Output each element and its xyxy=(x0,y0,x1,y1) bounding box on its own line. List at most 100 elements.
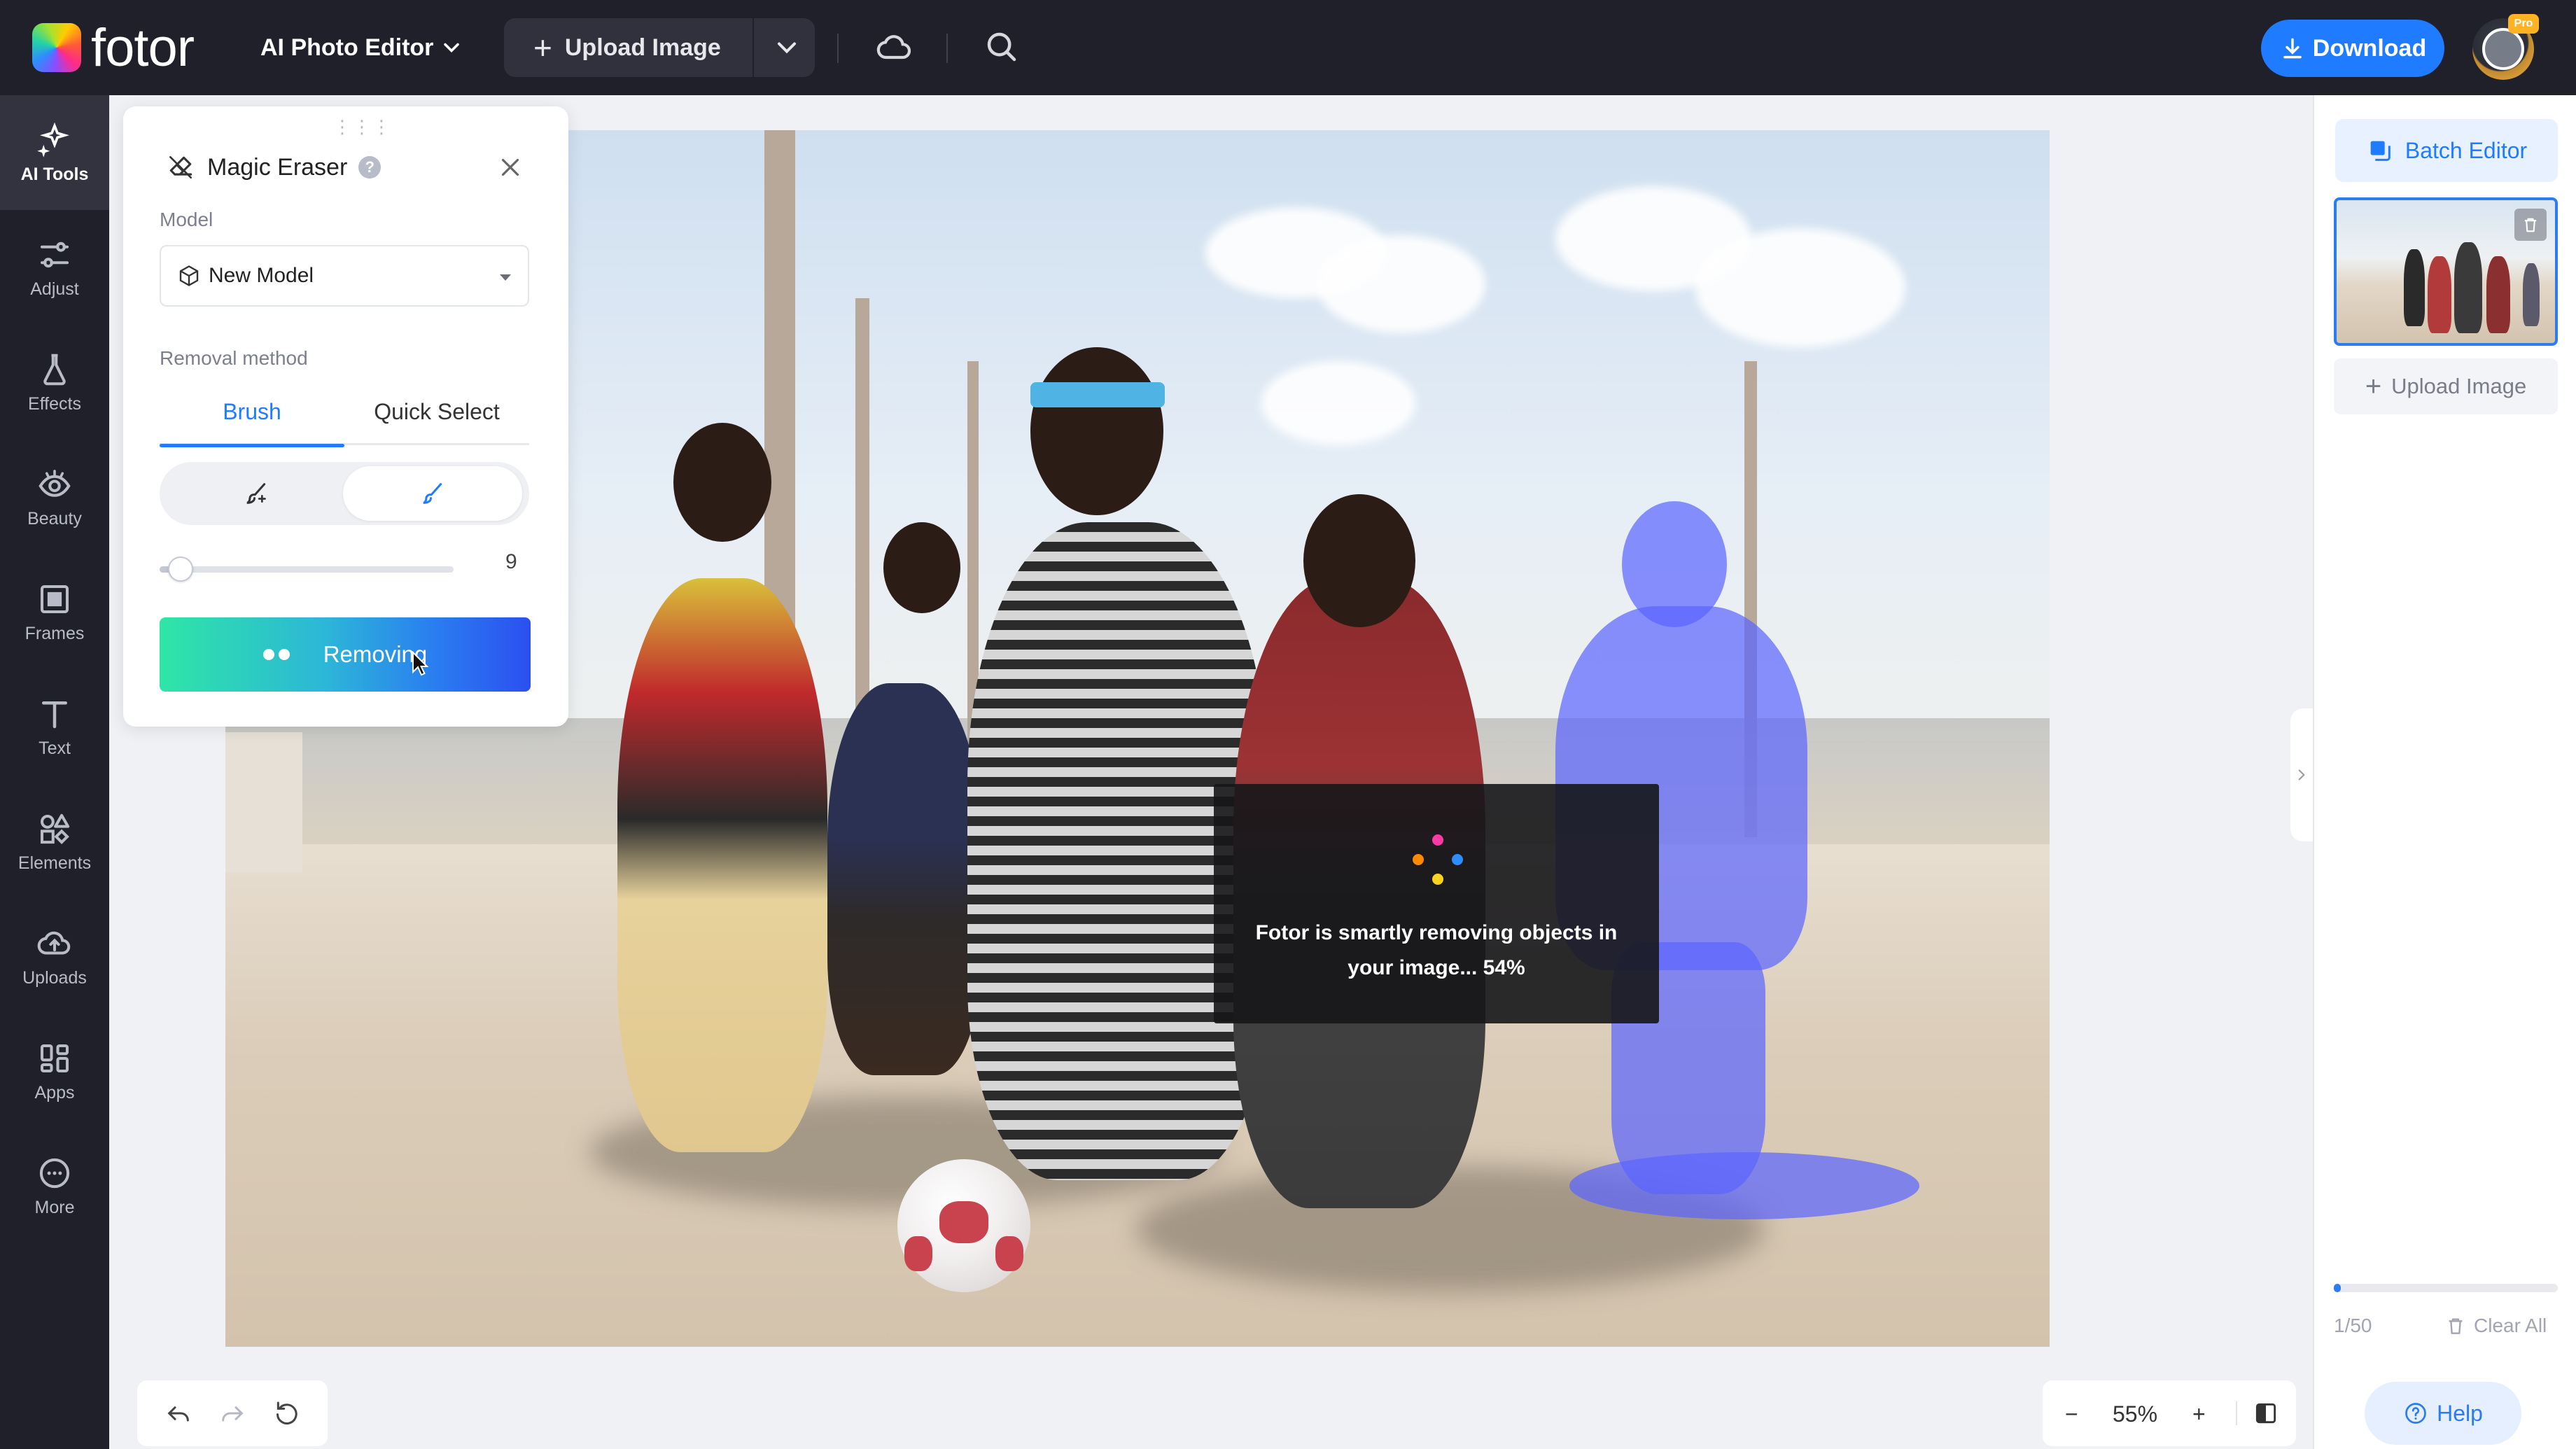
tab-brush[interactable]: Brush xyxy=(160,378,344,447)
cloud xyxy=(1317,235,1485,333)
help-button[interactable]: Help xyxy=(2365,1382,2521,1445)
thumbnail-figure xyxy=(2454,242,2482,333)
eraser-icon xyxy=(169,156,192,178)
zoom-in-button[interactable]: + xyxy=(2192,1401,2206,1427)
clear-all-button[interactable]: Clear All xyxy=(2444,1312,2547,1340)
sidebar-item-ai-tools[interactable]: AI Tools xyxy=(0,95,109,210)
fotor-logo-icon xyxy=(32,23,81,72)
help-label: Help xyxy=(2437,1400,2483,1426)
batch-editor-button[interactable]: Batch Editor xyxy=(2335,119,2558,182)
sidebar-item-more[interactable]: More xyxy=(0,1128,109,1243)
close-icon[interactable] xyxy=(496,153,525,182)
sidebar-item-elements[interactable]: Elements xyxy=(0,784,109,899)
sidebar-item-beauty[interactable]: Beauty xyxy=(0,440,109,554)
sidebar-item-label: More xyxy=(34,1197,75,1217)
drag-handle-icon[interactable]: ⋮⋮⋮ xyxy=(333,116,392,138)
shapes-icon xyxy=(40,813,70,844)
loading-dot xyxy=(278,649,290,660)
upload-dropdown-chevron-icon[interactable] xyxy=(771,32,802,63)
caret-down-icon xyxy=(500,274,511,281)
zoom-divider xyxy=(2236,1401,2237,1425)
toolbar-divider xyxy=(946,34,948,63)
delete-thumbnail-button[interactable] xyxy=(2514,209,2547,241)
pro-badge: Pro xyxy=(2508,14,2539,34)
eye-icon xyxy=(38,469,71,497)
person-head xyxy=(883,522,960,613)
undo-icon[interactable] xyxy=(164,1399,192,1427)
reset-icon[interactable] xyxy=(272,1399,300,1427)
restore-brush-button[interactable] xyxy=(167,466,346,521)
removal-method-tabs: Brush Quick Select xyxy=(160,378,529,447)
headband xyxy=(1030,382,1165,407)
toolbar-divider xyxy=(837,34,839,63)
removing-button[interactable]: Removing xyxy=(160,617,531,692)
sidebar-item-label: Effects xyxy=(28,393,81,414)
tab-quick-select[interactable]: Quick Select xyxy=(344,378,529,445)
magic-eraser-panel: ⋮⋮⋮ Magic Eraser ? Model New Model Remov… xyxy=(123,106,568,727)
image-thumbnail[interactable] xyxy=(2334,197,2558,346)
clear-all-label: Clear All xyxy=(2474,1315,2547,1336)
erase-brush-button[interactable] xyxy=(343,466,522,521)
brush-plus-icon xyxy=(246,483,266,504)
spinner-dot xyxy=(1452,854,1463,865)
zoom-out-button[interactable]: − xyxy=(2065,1401,2078,1427)
ai-photo-editor-menu[interactable]: AI Photo Editor xyxy=(260,25,464,70)
layers-icon xyxy=(2370,141,2390,161)
magic-eraser-title: Magic Eraser xyxy=(207,153,348,181)
image-count-fill xyxy=(2334,1284,2341,1292)
help-question-icon[interactable]: ? xyxy=(358,156,382,178)
brush-icon xyxy=(423,483,442,504)
sidebar-item-uploads[interactable]: Uploads xyxy=(0,899,109,1014)
sidebar-item-text[interactable]: Text xyxy=(0,669,109,784)
slider-thumb[interactable] xyxy=(168,556,193,582)
upload-image-panel-button[interactable]: + Upload Image xyxy=(2334,358,2558,414)
redo-icon[interactable] xyxy=(218,1399,246,1427)
mouse-cursor-icon xyxy=(412,651,429,676)
sidebar-item-adjust[interactable]: Adjust xyxy=(0,210,109,325)
cube-icon xyxy=(179,265,199,286)
brush-mode-toggle xyxy=(160,462,529,525)
zoom-controls: − 55% + xyxy=(2043,1380,2296,1446)
batch-editor-label: Batch Editor xyxy=(2404,137,2528,163)
model-label: Model xyxy=(160,209,214,230)
fotor-logo[interactable]: fotor xyxy=(32,18,195,78)
download-icon xyxy=(2283,38,2302,59)
spinner-dot xyxy=(1413,854,1424,865)
search-icon[interactable] xyxy=(983,28,1021,66)
avatar-image xyxy=(2482,28,2524,70)
trash-icon xyxy=(2449,1318,2463,1334)
thumbnail-figure xyxy=(2523,263,2540,326)
sidebar-item-label: Apps xyxy=(34,1082,75,1102)
cloud-icon[interactable] xyxy=(875,28,914,67)
processing-overlay: Fotor is smartly removing objects in you… xyxy=(1214,784,1659,1023)
spinner-dot xyxy=(1432,874,1443,885)
zoom-level[interactable]: 55% xyxy=(2113,1401,2157,1427)
thumbnail-figure xyxy=(2486,256,2510,333)
collapse-panel-button[interactable] xyxy=(2290,708,2313,841)
top-bar: fotor AI Photo Editor + Upload Image Dow… xyxy=(0,0,2576,95)
upload-image-button[interactable]: + Upload Image xyxy=(504,18,815,77)
model-select[interactable]: New Model xyxy=(160,245,529,307)
sidebar-item-label: Frames xyxy=(24,623,85,643)
ball-patch xyxy=(904,1236,932,1271)
sidebar-item-effects[interactable]: Effects xyxy=(0,325,109,440)
apps-icon xyxy=(40,1044,69,1072)
compare-icon[interactable] xyxy=(2253,1400,2279,1427)
brush-size-value: 9 xyxy=(505,550,517,573)
right-panel: Batch Editor + Upload Image 1/50 Clear A… xyxy=(2313,95,2576,1449)
download-button[interactable]: Download xyxy=(2261,20,2444,77)
sidebar-item-label: Beauty xyxy=(27,508,82,528)
cloud xyxy=(1695,228,1905,347)
sidebar-item-frames[interactable]: Frames xyxy=(0,554,109,669)
brush-size-slider[interactable] xyxy=(160,554,454,584)
frame-icon xyxy=(40,584,69,613)
help-circle-icon xyxy=(2405,1403,2426,1424)
text-icon xyxy=(42,701,67,728)
person-head xyxy=(673,423,771,542)
thumbnail-figure xyxy=(2428,256,2451,333)
history-toolbar xyxy=(137,1380,328,1446)
ai-photo-editor-label: AI Photo Editor xyxy=(260,34,434,61)
sidebar-item-apps[interactable]: Apps xyxy=(0,1014,109,1128)
cloud-upload-icon xyxy=(37,931,71,955)
plus-icon: + xyxy=(2365,371,2382,402)
